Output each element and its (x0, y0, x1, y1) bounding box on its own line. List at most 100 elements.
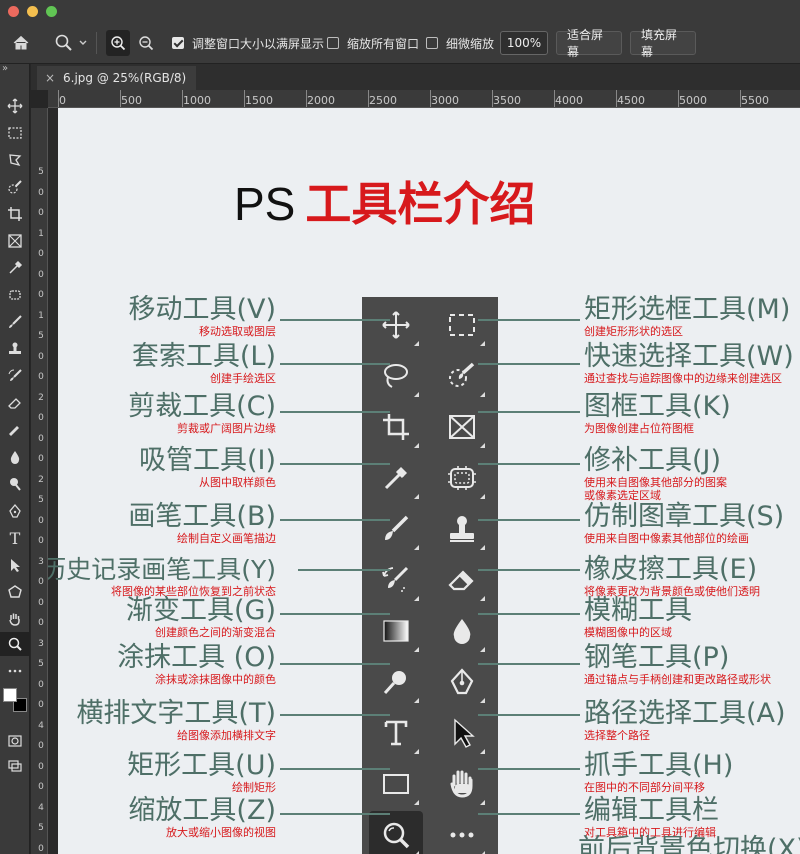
rectangular-marquee-tool-icon (442, 305, 482, 345)
tool-description: 移动选取或图层 (199, 325, 276, 338)
tool-description: 绘制矩形 (232, 781, 276, 794)
resize-windows-checkbox[interactable]: 调整窗口大小以满屏显示 (172, 22, 324, 64)
left-tool-label: 矩形工具(U) 绘制矩形 (127, 751, 276, 795)
path-selection-tool-icon (442, 713, 482, 753)
type-tool-icon[interactable]: T (0, 526, 30, 550)
fit-screen-button[interactable]: 适合屏幕 (556, 28, 622, 59)
crop-tool-icon[interactable] (0, 202, 30, 226)
connector-line (280, 613, 390, 615)
checkbox-unchecked[interactable] (426, 37, 438, 49)
zoom-tool-icon[interactable] (0, 632, 30, 656)
zoom-all-windows-checkbox[interactable]: 缩放所有窗口 (327, 22, 419, 64)
lasso-tool-icon[interactable] (0, 148, 30, 172)
tool-description: 通过锚点与手柄创建和更改路径或形状 (584, 673, 771, 686)
ruler-tick-label: 1 (38, 228, 44, 239)
zoom-out-button[interactable] (138, 22, 154, 64)
checkbox-unchecked[interactable] (327, 37, 339, 49)
tool-description: 模糊图像中的区域 (584, 626, 672, 639)
title-ps: PS (234, 178, 296, 230)
pen-tool-icon[interactable] (0, 499, 30, 523)
ruler-tick-label: 3 (38, 556, 44, 567)
path-selection-tool-icon[interactable] (0, 553, 30, 577)
ruler-tick-label: 2 (38, 392, 44, 403)
hand-tool-icon[interactable] (0, 607, 30, 631)
connector-line (280, 411, 390, 413)
ruler-tick (368, 90, 369, 107)
options-bar: 调整窗口大小以满屏显示 缩放所有窗口 细微缩放 100% 适合屏幕 填充屏幕 (0, 22, 800, 64)
checkbox-checked[interactable] (172, 37, 184, 49)
quick-mask-icon[interactable] (0, 729, 30, 753)
vertical-ruler[interactable]: 50010001500200025003000350040004500 (31, 108, 48, 854)
connector-line (280, 463, 390, 465)
color-swatches[interactable] (3, 684, 27, 724)
patch-tool-icon[interactable] (0, 283, 30, 307)
collapse-toolbar-button[interactable]: » (2, 63, 8, 74)
ruler-tick-label: 2000 (307, 94, 335, 107)
eyedropper-tool-icon[interactable] (0, 256, 30, 280)
zoom-out-icon (139, 36, 154, 51)
ruler-tick-label: 0 (38, 761, 44, 772)
foreground-color-swatch[interactable] (3, 688, 17, 702)
history-brush-tool-icon[interactable] (0, 364, 30, 388)
move-tool-icon[interactable] (0, 94, 30, 118)
document-tab[interactable]: × 6.jpg @ 25%(RGB/8) (37, 66, 197, 90)
tool-description: 创建矩形形状的选区 (584, 325, 683, 338)
tool-name: 图框工具(K) (584, 391, 731, 422)
quick-selection-tool-icon (442, 356, 482, 396)
eraser-tool-icon[interactable] (0, 391, 30, 415)
eraser-tool-icon (442, 560, 482, 600)
minimize-window-button[interactable] (27, 6, 38, 17)
more-tools-icon[interactable] (0, 659, 30, 683)
right-tool-label: 修补工具(J) 使用来自图像其他部分的图案 或像素选定区域 (584, 446, 727, 503)
clone-stamp-tool-icon[interactable] (0, 337, 30, 361)
fill-screen-button[interactable]: 填充屏幕 (630, 28, 696, 59)
zoom-tool-preset-picker[interactable] (54, 22, 88, 64)
ruler-tick (616, 90, 617, 107)
screen-mode-icon[interactable] (0, 754, 30, 778)
title-cn: 工具栏介绍 (305, 177, 536, 231)
home-icon[interactable] (12, 22, 30, 64)
blur-tool-icon[interactable] (0, 445, 30, 469)
tool-group-indicator (414, 392, 419, 397)
ruler-tick (120, 90, 121, 107)
connector-line (478, 813, 580, 815)
horizontal-ruler[interactable]: 0 500 1000 1500 2000 2500 3000 3500 4000 4500 5000… (48, 90, 800, 108)
shape-tool-icon[interactable] (0, 580, 30, 604)
tool-description: 创建颜色之间的渐变混合 (155, 626, 276, 639)
dodge-tool-icon[interactable] (0, 472, 30, 496)
canvas-area[interactable]: PS 工具栏介绍 移动工具(V) 移动选取或图层 套索工具(L) 创建手绘选区 剪裁工具(… (48, 108, 800, 854)
smudge-tool-icon (376, 662, 416, 702)
zoom-window-button[interactable] (46, 6, 57, 17)
scrubby-zoom-checkbox[interactable]: 细微缩放 (426, 22, 494, 64)
history-brush-tool-icon (376, 560, 416, 600)
quick-selection-tool-icon[interactable] (0, 175, 30, 199)
close-tab-icon[interactable]: × (45, 71, 55, 85)
ruler-tick (306, 90, 307, 107)
connector-line (478, 613, 580, 615)
ruler-tick (740, 90, 741, 107)
brush-tool-icon[interactable] (0, 310, 30, 334)
ruler-tick-label: 0 (38, 597, 44, 608)
tool-description: 剪裁或广阔图片边缘 (177, 422, 276, 435)
ruler-tick-label: 0 (59, 94, 66, 107)
close-window-button[interactable] (8, 6, 19, 17)
gradient-tool-icon[interactable] (0, 418, 30, 442)
left-tool-label: 剪裁工具(C) 剪裁或广阔图片边缘 (128, 392, 276, 436)
tool-name: 套索工具(L) (131, 341, 276, 372)
ruler-tick (58, 90, 59, 107)
photoshop-window: 调整窗口大小以满屏显示 缩放所有窗口 细微缩放 100% 适合屏幕 填充屏幕 » (0, 0, 800, 854)
tool-name: 历史记录画笔工具(Y) (48, 555, 276, 584)
crop-tool-icon (376, 407, 416, 447)
frame-tool-icon[interactable] (0, 229, 30, 253)
tool-description: 从图中取样颜色 (199, 476, 276, 489)
ruler-tick-label: 1000 (183, 94, 211, 107)
ruler-tick-label: 0 (38, 782, 44, 792)
zoom-percent-field[interactable]: 100% (500, 31, 548, 55)
zoom-in-button[interactable] (106, 30, 130, 56)
resize-windows-label: 调整窗口大小以满屏显示 (192, 36, 325, 51)
tool-description: 使用来自图像其他部分的图案 (584, 476, 727, 489)
tool-name: 路径选择工具(A) (584, 698, 786, 729)
ruler-tick-label: 3500 (493, 94, 521, 107)
marquee-tool-icon[interactable] (0, 121, 30, 145)
title-bar (0, 0, 800, 22)
